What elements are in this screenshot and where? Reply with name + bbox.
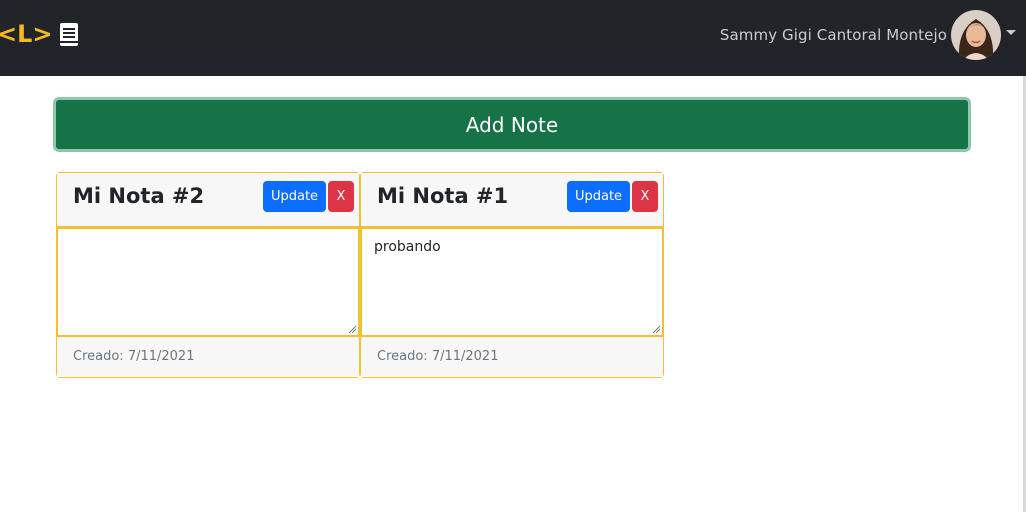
note-title: Mi Nota #1	[377, 184, 509, 208]
resize-grip-icon[interactable]	[652, 325, 660, 333]
update-button[interactable]: Update	[263, 181, 326, 212]
note-card-header: Mi Nota #2 Update X	[57, 173, 359, 227]
update-button[interactable]: Update	[567, 181, 630, 212]
chevron-down-icon[interactable]	[1006, 29, 1016, 35]
note-title: Mi Nota #2	[73, 184, 205, 208]
delete-button[interactable]: X	[328, 181, 354, 212]
note-created-date: Creado: 7/11/2021	[361, 337, 663, 377]
brand-text: <L>	[0, 20, 53, 48]
user-menu[interactable]: Sammy Gigi Cantoral Montejo	[720, 10, 1016, 60]
user-name: Sammy Gigi Cantoral Montejo	[719, 26, 947, 44]
avatar[interactable]	[951, 10, 1001, 60]
delete-button[interactable]: X	[632, 181, 658, 212]
avatar-image	[951, 10, 1001, 60]
book-icon	[59, 22, 78, 46]
note-card-header: Mi Nota #1 Update X	[361, 173, 663, 227]
resize-grip-icon[interactable]	[348, 325, 356, 333]
note-content-textarea[interactable]: probando	[360, 227, 664, 337]
note-content-textarea[interactable]	[56, 227, 360, 337]
add-note-button[interactable]: Add Note	[53, 97, 971, 152]
note-created-date: Creado: 7/11/2021	[57, 337, 359, 377]
note-card: Mi Nota #2 Update X Creado: 7/11/2021	[56, 172, 360, 378]
note-card: Mi Nota #1 Update X probando Creado: 7/1…	[360, 172, 664, 378]
navbar: <L> Sammy Gigi Cantoral Montejo	[0, 0, 1026, 76]
brand-logo[interactable]: <L>	[0, 20, 79, 48]
